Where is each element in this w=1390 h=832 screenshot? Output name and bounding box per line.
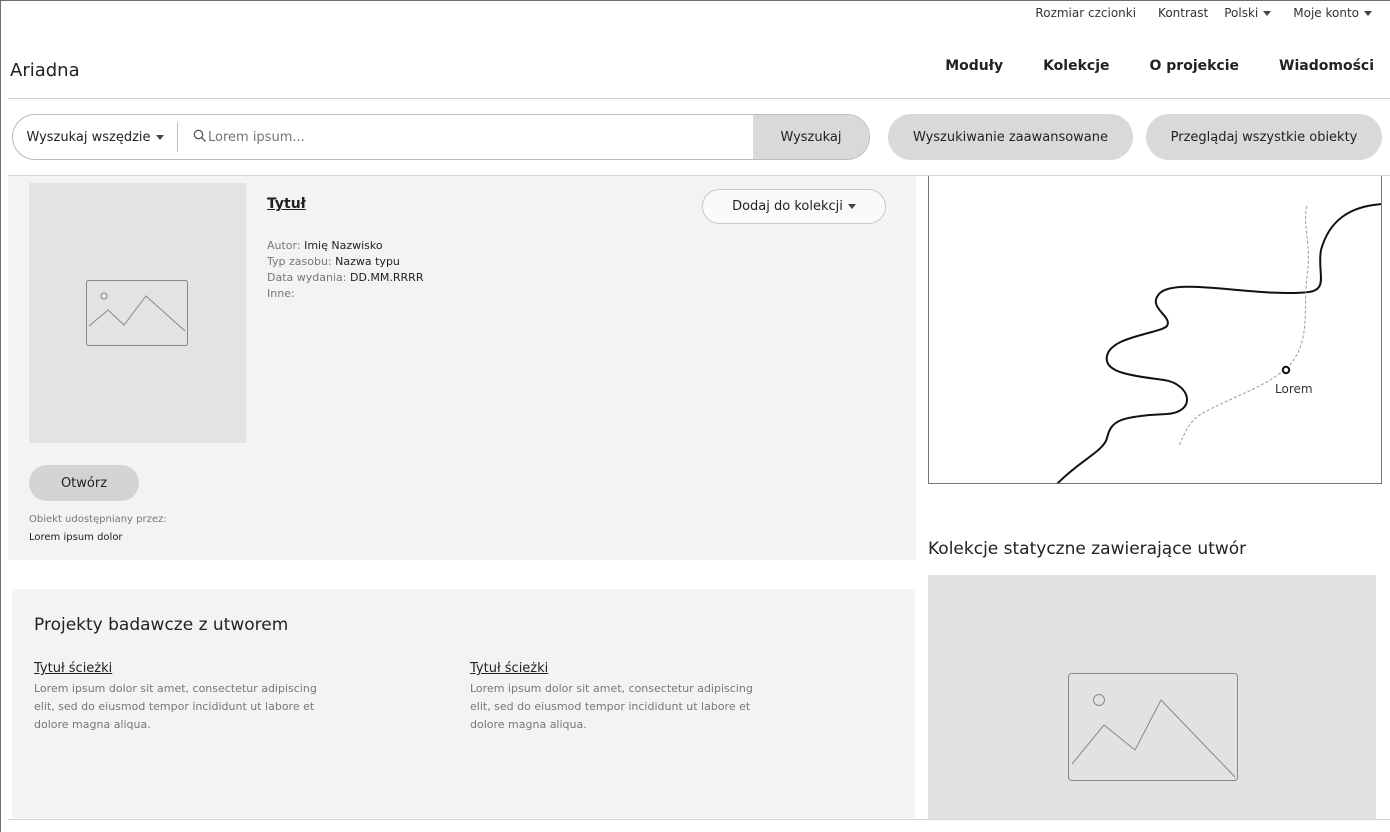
map-route-line [1178,205,1309,447]
nav-item-news[interactable]: Wiadomości [1279,58,1374,74]
account-label: Moje konto [1293,6,1359,20]
object-title[interactable]: Tytuł [267,196,306,212]
search-scope-dropdown[interactable]: Wyszukaj wszędzie [13,122,178,152]
project-item: Tytuł ścieżki Lorem ipsum dolor sit amet… [34,661,334,734]
add-to-collection-label: Dodaj do kolekcji [732,199,843,214]
shared-by-value: Lorem ipsum dolor [29,532,123,543]
nav-item-collections[interactable]: Kolekcje [1043,58,1109,74]
chevron-down-icon [155,134,164,140]
meta-release-date: Data wydania: DD.MM.RRRR [267,271,424,284]
search-bar: Wyszukaj wszędzie Wyszukaj [12,114,870,160]
nav-item-about[interactable]: O projekcie [1150,58,1240,74]
image-placeholder-icon [86,280,188,346]
project-description: Lorem ipsum dolor sit amet, consectetur … [34,682,317,731]
meta-resource-type: Typ zasobu: Nazwa typu [267,255,400,268]
search-button[interactable]: Wyszukaj [753,115,869,159]
language-label: Polski [1224,6,1259,20]
meta-author: Autor: Imię Nazwisko [267,239,383,252]
project-description: Lorem ipsum dolor sit amet, consectetur … [470,682,753,731]
shared-by-label: Obiekt udostępniany przez: [29,514,167,525]
utility-nav: Rozmiar czcionki Kontrast Polski Moje ko… [1013,6,1372,20]
object-details-panel: Tytuł Dodaj do kolekcji Autor: Imię Nazw… [8,176,916,560]
footer-divider [8,819,1390,820]
map-place-label: Lorem [1275,382,1313,396]
chevron-down-icon [847,204,856,209]
browse-all-button[interactable]: Przeglądaj wszystkie obiekty [1146,114,1382,160]
chevron-down-icon [1263,11,1272,16]
object-metadata: Autor: Imię Nazwisko Typ zasobu: Nazwa t… [267,238,423,302]
research-projects-panel: Projekty badawcze z utworem Tytuł ścieżk… [12,589,915,818]
search-input[interactable] [178,115,753,159]
map-drawing [1056,203,1381,483]
account-dropdown[interactable]: Moje konto [1293,6,1372,20]
project-title-link[interactable]: Tytuł ścieżki [34,661,334,676]
main-nav: Moduły Kolekcje O projekcie Wiadomości [945,58,1374,74]
language-dropdown[interactable]: Polski [1224,6,1272,20]
map-marker [1281,365,1291,375]
projects-heading: Projekty badawcze z utworem [34,615,289,635]
location-map[interactable]: Lorem [928,176,1382,484]
search-scope-label: Wyszukaj wszędzie [26,129,151,145]
collections-heading: Kolekcje statyczne zawierające utwór [928,539,1247,559]
image-placeholder-icon [1068,673,1238,781]
font-size-link[interactable]: Rozmiar czcionki [1035,6,1136,20]
project-item: Tytuł ścieżki Lorem ipsum dolor sit amet… [470,661,770,734]
search-icon [193,129,206,142]
map-river-line [1056,203,1381,483]
chevron-down-icon [1364,11,1372,16]
collection-thumbnail[interactable] [928,575,1376,820]
meta-other: Inne: [267,287,295,300]
logo[interactable]: Ariadna [10,60,80,81]
open-button[interactable]: Otwórz [29,465,139,501]
nav-item-modules[interactable]: Moduły [945,58,1003,74]
object-thumbnail [29,183,246,443]
header-divider [8,98,1390,99]
project-title-link[interactable]: Tytuł ścieżki [470,661,770,676]
advanced-search-button[interactable]: Wyszukiwanie zaawansowane [888,114,1133,160]
add-to-collection-button[interactable]: Dodaj do kolekcji [702,189,886,224]
contrast-link[interactable]: Kontrast [1158,6,1208,20]
